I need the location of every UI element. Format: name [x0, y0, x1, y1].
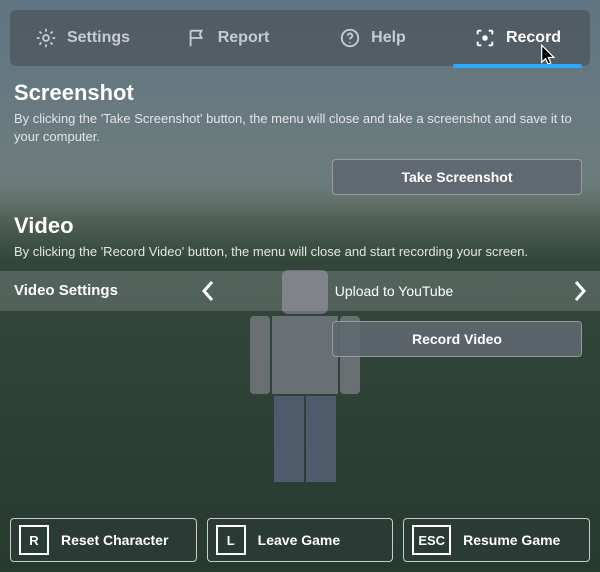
video-settings-value: Upload to YouTube	[222, 283, 566, 299]
keycap: L	[216, 525, 246, 555]
screenshot-heading: Screenshot	[14, 80, 586, 106]
tab-settings[interactable]: Settings	[10, 10, 155, 66]
take-screenshot-button[interactable]: Take Screenshot	[332, 159, 582, 195]
chevron-left-icon[interactable]	[194, 277, 222, 305]
button-label: Take Screenshot	[401, 169, 512, 185]
cursor-icon	[538, 44, 560, 66]
tab-label: Report	[218, 29, 270, 47]
leave-game-button[interactable]: L Leave Game	[207, 518, 394, 562]
screenshot-description: By clicking the 'Take Screenshot' button…	[14, 110, 584, 145]
tab-label: Settings	[67, 29, 130, 47]
button-label: Leave Game	[258, 532, 341, 548]
button-label: Resume Game	[463, 532, 560, 548]
resume-game-button[interactable]: ESC Resume Game	[403, 518, 590, 562]
video-settings-label: Video Settings	[14, 282, 194, 299]
help-icon	[339, 27, 361, 49]
video-settings-row: Video Settings Upload to YouTube	[0, 271, 600, 311]
tab-bar: Settings Report Help	[10, 10, 590, 66]
video-description: By clicking the 'Record Video' button, t…	[14, 243, 584, 261]
button-label: Record Video	[412, 331, 502, 347]
gear-icon	[35, 27, 57, 49]
tab-help[interactable]: Help	[300, 10, 445, 66]
tab-label: Help	[371, 29, 406, 47]
record-video-button[interactable]: Record Video	[332, 321, 582, 357]
record-icon	[474, 27, 496, 49]
chevron-right-icon[interactable]	[566, 277, 594, 305]
keycap: R	[19, 525, 49, 555]
footer-bar: R Reset Character L Leave Game ESC Resum…	[0, 518, 600, 562]
tab-record[interactable]: Record	[445, 10, 590, 66]
tab-report[interactable]: Report	[155, 10, 300, 66]
button-label: Reset Character	[61, 532, 168, 548]
record-panel: Screenshot By clicking the 'Take Screens…	[0, 66, 600, 357]
flag-icon	[186, 27, 208, 49]
video-heading: Video	[14, 213, 586, 239]
keycap: ESC	[412, 525, 451, 555]
reset-character-button[interactable]: R Reset Character	[10, 518, 197, 562]
video-settings-stepper: Upload to YouTube	[194, 277, 594, 305]
